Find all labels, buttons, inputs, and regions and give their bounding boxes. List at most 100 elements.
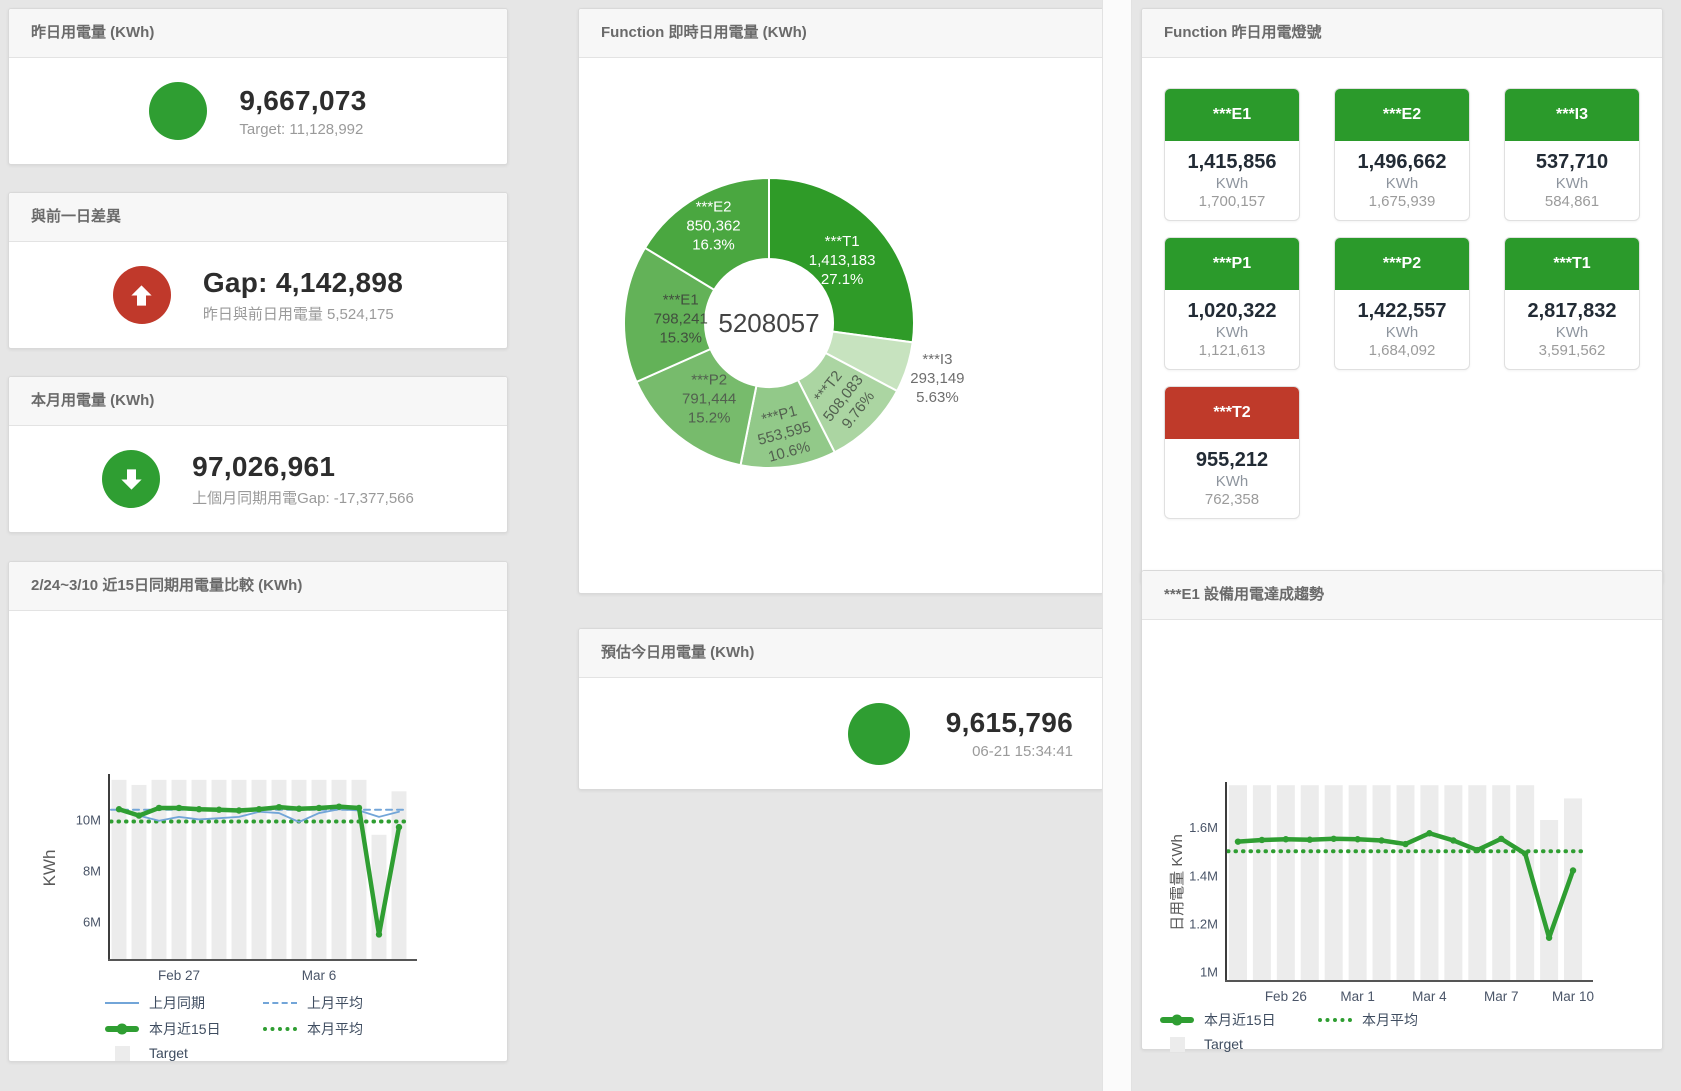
stat-subtext: 06-21 15:34:41 [946, 743, 1073, 760]
panel-yesterday-usage: 昨日用電量 (KWh) 9,667,073 Target: 11,128,992 [8, 8, 508, 165]
legend-swatch-icon [105, 1026, 139, 1032]
legend-item[interactable]: Target [1160, 1036, 1310, 1052]
legend-swatch-icon [263, 1002, 297, 1004]
stat-body: Gap: 4,142,898 昨日與前日用電量 5,524,175 [9, 242, 507, 348]
chart-legend: 上月同期 上月平均本月近15日 本月平均 Target [9, 993, 507, 1061]
y-tick-label: 1M [1200, 964, 1218, 979]
panel-title: Function 昨日用電燈號 [1142, 9, 1662, 58]
tile-value: 1,496,662 [1335, 151, 1469, 174]
tile-status-header: ***P2 [1335, 238, 1469, 290]
legend-row: Target [1160, 1036, 1662, 1052]
legend-label: 上月同期 [149, 993, 205, 1013]
legend-item[interactable]: 本月平均 [1318, 1010, 1468, 1030]
stat-subtext: 昨日與前日用電量 5,524,175 [203, 303, 403, 324]
stat-value: 9,667,073 [239, 85, 366, 117]
panel-realtime-donut: Function 即時日用電量 (KWh) ***T11,413,18327.1… [578, 8, 1104, 594]
status-circle-icon [848, 703, 910, 765]
tile-value: 1,020,322 [1165, 300, 1299, 323]
tile-target: 1,684,092 [1335, 342, 1469, 359]
legend-item[interactable]: 上月同期 [105, 993, 255, 1013]
y-tick-label: 1.2M [1189, 916, 1218, 931]
stat-body: 97,026,961 上個月同期用電Gap: -17,377,566 [9, 426, 507, 532]
stat-body: 9,615,796 06-21 15:34:41 [579, 678, 1103, 789]
comparison-chart[interactable]: 6M8M10MFeb 27Mar 6KWh [9, 611, 507, 991]
tile-value: 537,710 [1505, 151, 1639, 174]
stat-text: Gap: 4,142,898 昨日與前日用電量 5,524,175 [203, 267, 403, 324]
donut-chart[interactable]: ***T11,413,18327.1%***I3293,1495.63%***T… [579, 58, 1103, 593]
down-arrow-icon [102, 450, 160, 508]
panel-title: Function 即時日用電量 (KWh) [579, 9, 1103, 58]
stat-text: 97,026,961 上個月同期用電Gap: -17,377,566 [192, 451, 414, 508]
stat-value: 9,615,796 [946, 707, 1073, 739]
status-circle-icon [149, 82, 207, 140]
tile-target: 1,700,157 [1165, 193, 1299, 210]
legend-label: Target [1204, 1036, 1243, 1052]
panel-estimate-today: 預估今日用電量 (KWh) 9,615,796 06-21 15:34:41 [578, 628, 1104, 790]
tile-unit: KWh [1165, 175, 1299, 192]
legend-swatch-icon [105, 1046, 139, 1061]
donut-center-total: 5208057 [718, 308, 819, 338]
legend-row: 本月近15日 本月平均 [1160, 1010, 1662, 1030]
tile-unit: KWh [1165, 473, 1299, 490]
light-tile: ***E11,415,856KWh1,700,157 [1164, 88, 1300, 221]
stat-value: Gap: 4,142,898 [203, 267, 403, 299]
tile-target: 584,861 [1505, 193, 1639, 210]
stat-text: 9,615,796 06-21 15:34:41 [946, 707, 1073, 760]
panel-month-usage: 本月用電量 (KWh) 97,026,961 上個月同期用電Gap: -17,3… [8, 376, 508, 533]
y-tick-label: 6M [83, 915, 101, 930]
light-tile: ***E21,496,662KWh1,675,939 [1334, 88, 1470, 221]
tile-value: 2,817,832 [1505, 300, 1639, 323]
legend-label: 本月近15日 [1204, 1010, 1276, 1030]
vertical-scrollbar-track[interactable] [1102, 0, 1132, 1091]
panel-e1-trend: ***E1 設備用電達成趨勢 1M1.2M1.4M1.6MFeb 26Mar 1… [1141, 570, 1663, 1050]
tile-target: 1,121,613 [1165, 342, 1299, 359]
tile-status-header: ***T1 [1505, 238, 1639, 290]
tile-unit: KWh [1335, 175, 1469, 192]
legend-item[interactable]: Target [105, 1045, 255, 1061]
x-tick-label: Feb 27 [158, 968, 200, 983]
y-tick-label: 1.6M [1189, 820, 1218, 835]
stat-body: 9,667,073 Target: 11,128,992 [9, 58, 507, 164]
tile-unit: KWh [1505, 324, 1639, 341]
light-tile: ***P2 1,422,557KWh1,684,092 [1334, 237, 1470, 370]
stat-subtext: 上個月同期用電Gap: -17,377,566 [192, 487, 414, 508]
legend-item[interactable]: 本月平均 [263, 1019, 413, 1039]
tile-status-header: ***T2 [1165, 387, 1299, 439]
tile-value: 1,422,557 [1335, 300, 1469, 323]
chart-legend: 本月近15日 本月平均 Target [1142, 1010, 1662, 1052]
light-tile: ***P11,020,322KWh1,121,613 [1164, 237, 1300, 370]
tile-target: 762,358 [1165, 491, 1299, 508]
panel-title: 預估今日用電量 (KWh) [579, 629, 1103, 678]
legend-item[interactable]: 上月平均 [263, 993, 413, 1013]
donut-slice-label: ***I3293,1495.63% [910, 351, 964, 406]
tile-value: 1,415,856 [1165, 151, 1299, 174]
tile-status-header: ***E2 [1335, 89, 1469, 141]
panel-title: 本月用電量 (KWh) [9, 377, 507, 426]
legend-swatch-icon [105, 1002, 139, 1004]
panel-title: 昨日用電量 (KWh) [9, 9, 507, 58]
legend-label: Target [149, 1045, 188, 1061]
legend-item[interactable]: 本月近15日 [105, 1019, 255, 1039]
x-tick-label: Mar 1 [1340, 989, 1375, 1004]
legend-row: 上月同期 上月平均 [105, 993, 507, 1013]
light-tile: ***T2955,212KWh762,358 [1164, 386, 1300, 519]
x-tick-label: Mar 4 [1412, 989, 1447, 1004]
legend-row: Target [105, 1045, 507, 1061]
dashboard: 昨日用電量 (KWh) 9,667,073 Target: 11,128,992… [0, 0, 1681, 1091]
stat-text: 9,667,073 Target: 11,128,992 [239, 85, 366, 138]
y-tick-label: 8M [83, 864, 101, 879]
tile-status-header: ***I3 [1505, 89, 1639, 141]
legend-item[interactable]: 本月近15日 [1160, 1010, 1310, 1030]
trend-chart[interactable]: 1M1.2M1.4M1.6MFeb 26Mar 1Mar 4Mar 7Mar 1… [1142, 620, 1662, 1008]
y-tick-label: 10M [76, 812, 101, 827]
panel-day-gap: 與前一日差異 Gap: 4,142,898 昨日與前日用電量 5,524,175 [8, 192, 508, 349]
panel-title: 2/24~3/10 近15日同期用電量比較 (KWh) [9, 562, 507, 611]
x-tick-label: Mar 10 [1552, 989, 1594, 1004]
target-bars [1229, 785, 1582, 981]
legend-label: 本月平均 [307, 1019, 363, 1039]
legend-label: 本月平均 [1362, 1010, 1418, 1030]
tile-unit: KWh [1335, 324, 1469, 341]
panel-title: 與前一日差異 [9, 193, 507, 242]
stat-value: 97,026,961 [192, 451, 414, 483]
x-tick-label: Feb 26 [1265, 989, 1307, 1004]
